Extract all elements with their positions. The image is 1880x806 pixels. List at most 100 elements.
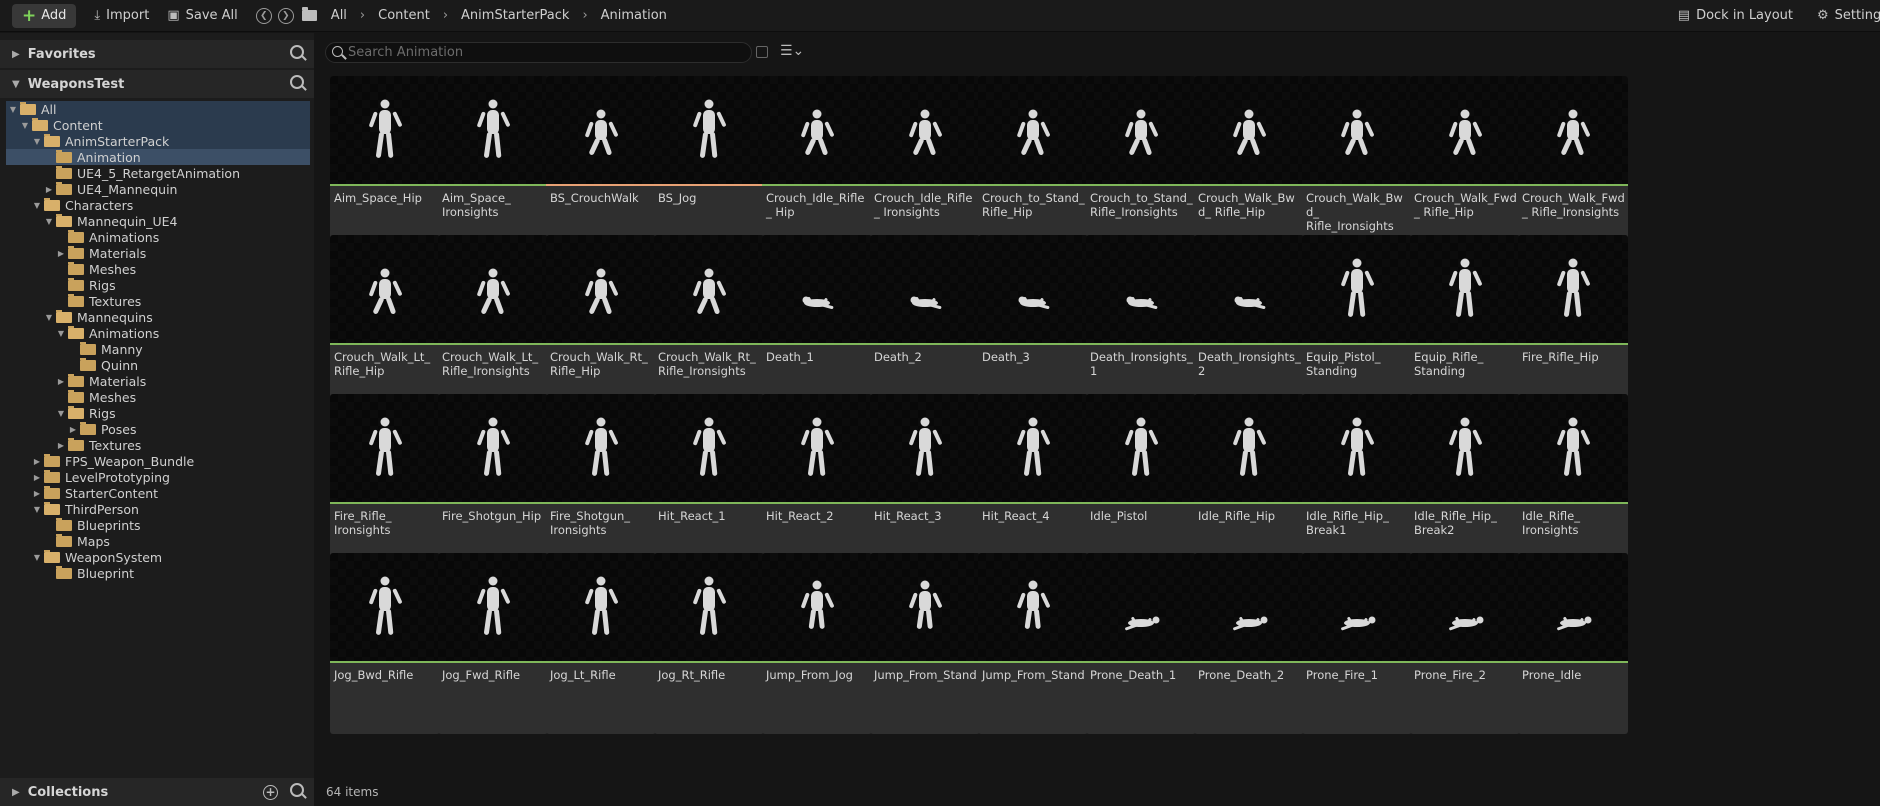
asset-tile[interactable]: Death_1 Animation Sequence bbox=[762, 235, 872, 416]
dock-in-layout-button[interactable]: ▤ Dock in Layout bbox=[1672, 4, 1799, 28]
tree-item[interactable]: ▼ Mannequins bbox=[6, 309, 310, 325]
search-input[interactable]: Search Animation bbox=[325, 42, 752, 63]
caret-down-icon[interactable]: ▼ bbox=[32, 201, 42, 210]
caret-down-icon[interactable]: ▼ bbox=[44, 217, 54, 226]
tree-item[interactable]: UE4_5_RetargetAnimation bbox=[6, 165, 310, 181]
filter-icon[interactable]: ☰⌄ bbox=[780, 43, 804, 59]
caret-down-icon[interactable]: ▼ bbox=[32, 505, 42, 514]
caret-down-icon[interactable]: ▼ bbox=[8, 105, 18, 114]
caret-right-icon[interactable]: ▶ bbox=[32, 473, 42, 482]
tree-item[interactable]: ▶ Textures bbox=[6, 437, 310, 453]
asset-tile[interactable]: Death_Ironsights_1 Animation Sequence bbox=[1086, 235, 1196, 416]
tree-item[interactable]: ▼ AnimStarterPack bbox=[6, 133, 310, 149]
asset-tile[interactable]: Crouch_Walk_Rt_ Rifle_Ironsights Animati… bbox=[654, 235, 764, 416]
add-button[interactable]: + Add bbox=[12, 3, 77, 28]
caret-right-icon[interactable]: ▶ bbox=[32, 489, 42, 498]
tree-item[interactable]: ▶ UE4_Mannequin bbox=[6, 181, 310, 197]
breadcrumb-all[interactable]: All bbox=[331, 8, 347, 23]
asset-tile[interactable]: Idle_Pistol Animation Sequence bbox=[1086, 394, 1196, 575]
tree-item[interactable]: Maps bbox=[6, 533, 310, 549]
tree-item[interactable]: Meshes bbox=[6, 389, 310, 405]
asset-tile[interactable]: Death_2 Animation Sequence bbox=[870, 235, 980, 416]
caret-right-icon[interactable]: ▶ bbox=[68, 425, 78, 434]
tree-item[interactable]: ▶ Materials bbox=[6, 373, 310, 389]
tree-item[interactable]: ▶ FPS_Weapon_Bundle bbox=[6, 453, 310, 469]
asset-tile[interactable]: Aim_Space_Hip Animation Sequence bbox=[330, 76, 440, 257]
collections-header[interactable]: ▶ Collections + bbox=[0, 778, 314, 806]
tree-item[interactable]: ▼ Content bbox=[6, 117, 310, 133]
tree-item[interactable]: ▼ Characters bbox=[6, 197, 310, 213]
asset-tile[interactable]: Jump_From_Stand bbox=[870, 553, 980, 734]
favorites-header[interactable]: ▶ Favorites bbox=[0, 40, 314, 68]
asset-tile[interactable]: Prone_Idle bbox=[1518, 553, 1628, 734]
caret-right-icon[interactable]: ▶ bbox=[56, 377, 66, 386]
caret-down-icon[interactable]: ▼ bbox=[20, 121, 30, 130]
asset-tile[interactable]: Prone_Death_2 bbox=[1194, 553, 1304, 734]
caret-down-icon[interactable]: ▼ bbox=[32, 553, 42, 562]
caret-right-icon[interactable]: ▶ bbox=[32, 457, 42, 466]
asset-tile[interactable]: Fire_Shotgun_Hip Animation Sequence bbox=[438, 394, 548, 575]
tree-item[interactable]: Blueprints bbox=[6, 517, 310, 533]
asset-tile[interactable]: Hit_React_4 Animation Sequence bbox=[978, 394, 1088, 575]
search-icon[interactable] bbox=[290, 783, 304, 801]
asset-tile[interactable]: BS_Jog Blend Space bbox=[654, 76, 764, 257]
asset-tile[interactable]: Equip_Rifle_ Standing Animation Sequence bbox=[1410, 235, 1520, 416]
breadcrumb-content[interactable]: Content bbox=[378, 8, 430, 23]
tree-item[interactable]: ▶ Materials bbox=[6, 245, 310, 261]
asset-tile[interactable]: Prone_Fire_1 bbox=[1302, 553, 1412, 734]
asset-tile[interactable]: Jump_From_Stand bbox=[978, 553, 1088, 734]
tree-item[interactable]: Animations bbox=[6, 229, 310, 245]
asset-tile[interactable]: Crouch_Idle_Rifle_ Hip Animation Sequenc… bbox=[762, 76, 872, 257]
asset-tile[interactable]: Equip_Pistol_ Standing Animation Sequenc… bbox=[1302, 235, 1412, 416]
asset-tile[interactable]: Crouch_Walk_Fwd_ Rifle_Ironsights Animat… bbox=[1518, 76, 1628, 257]
asset-tile[interactable]: Hit_React_3 Animation Sequence bbox=[870, 394, 980, 575]
tree-item[interactable]: Textures bbox=[6, 293, 310, 309]
tree-item[interactable]: ▼ Rigs bbox=[6, 405, 310, 421]
forward-icon[interactable]: ❯ bbox=[277, 7, 294, 24]
breadcrumb-animation[interactable]: Animation bbox=[601, 8, 667, 23]
asset-tile[interactable]: Hit_React_1 Animation Sequence bbox=[654, 394, 764, 575]
asset-tile[interactable]: Death_3 Animation Sequence bbox=[978, 235, 1088, 416]
asset-tile[interactable]: Crouch_Walk_Rt_ Rifle_Hip Animation Sequ… bbox=[546, 235, 656, 416]
asset-tile[interactable]: Idle_Rifle_Hip_ Break1 Animation Sequenc… bbox=[1302, 394, 1412, 575]
asset-tile[interactable]: Crouch_to_Stand_ Rifle_Hip Animation Seq… bbox=[978, 76, 1088, 257]
asset-tile[interactable]: BS_CrouchWalk Blend Space bbox=[546, 76, 656, 257]
chevron-right-icon[interactable]: › bbox=[443, 8, 448, 23]
search-icon[interactable] bbox=[290, 75, 304, 93]
tree-item[interactable]: Meshes bbox=[6, 261, 310, 277]
caret-down-icon[interactable]: ▼ bbox=[56, 329, 66, 338]
tree-item[interactable]: Rigs bbox=[6, 277, 310, 293]
asset-tile[interactable]: Crouch_Walk_Lt_ Rifle_Ironsights Animati… bbox=[438, 235, 548, 416]
asset-tile[interactable]: Death_Ironsights_2 Animation Sequence bbox=[1194, 235, 1304, 416]
tree-item[interactable]: ▼ Mannequin_UE4 bbox=[6, 213, 310, 229]
breadcrumb-animstarterpack[interactable]: AnimStarterPack bbox=[461, 8, 569, 23]
caret-down-icon[interactable]: ▼ bbox=[12, 79, 20, 90]
asset-tile[interactable]: Fire_Rifle_Hip Animation Sequence bbox=[1518, 235, 1628, 416]
asset-tile[interactable]: Jog_Lt_Rifle bbox=[546, 553, 656, 734]
asset-tile[interactable]: Crouch_to_Stand_ Rifle_Ironsights Animat… bbox=[1086, 76, 1196, 257]
asset-tile[interactable]: Crouch_Walk_Lt_ Rifle_Hip Animation Sequ… bbox=[330, 235, 440, 416]
back-icon[interactable]: ❮ bbox=[255, 7, 272, 24]
tree-item[interactable]: Quinn bbox=[6, 357, 310, 373]
asset-tile[interactable]: Jog_Rt_Rifle bbox=[654, 553, 764, 734]
asset-tile[interactable]: Idle_Rifle_Hip Animation Sequence bbox=[1194, 394, 1304, 575]
settings-button[interactable]: ⚙ Settings bbox=[1811, 4, 1880, 28]
asset-tile[interactable]: Crouch_Walk_Bwd_ Rifle_Hip Animation Seq… bbox=[1194, 76, 1304, 257]
caret-down-icon[interactable]: ▼ bbox=[56, 409, 66, 418]
asset-tile[interactable]: Fire_Shotgun_ Ironsights Animation Seque… bbox=[546, 394, 656, 575]
tree-item[interactable]: Blueprint bbox=[6, 565, 310, 581]
tree-item[interactable]: Manny bbox=[6, 341, 310, 357]
tree-item[interactable]: ▶ StarterContent bbox=[6, 485, 310, 501]
save-all-button[interactable]: ▣ Save All bbox=[161, 4, 243, 28]
tree-item[interactable]: ▼ ThirdPerson bbox=[6, 501, 310, 517]
chevron-right-icon[interactable]: › bbox=[582, 8, 587, 23]
caret-right-icon[interactable]: ▶ bbox=[44, 185, 54, 194]
search-icon[interactable] bbox=[290, 45, 304, 63]
asset-tile[interactable]: Idle_Rifle_ Ironsights Animation Sequenc… bbox=[1518, 394, 1628, 575]
add-collection-icon[interactable]: + bbox=[263, 784, 278, 800]
asset-tile[interactable]: Aim_Space_ Ironsights Animation Sequence bbox=[438, 76, 548, 257]
asset-tile[interactable]: Crouch_Idle_Rifle_ Ironsights Animation … bbox=[870, 76, 980, 257]
asset-tile[interactable]: Prone_Fire_2 bbox=[1410, 553, 1520, 734]
caret-right-icon[interactable]: ▶ bbox=[56, 249, 66, 258]
import-button[interactable]: ⤓ Import bbox=[88, 4, 155, 28]
